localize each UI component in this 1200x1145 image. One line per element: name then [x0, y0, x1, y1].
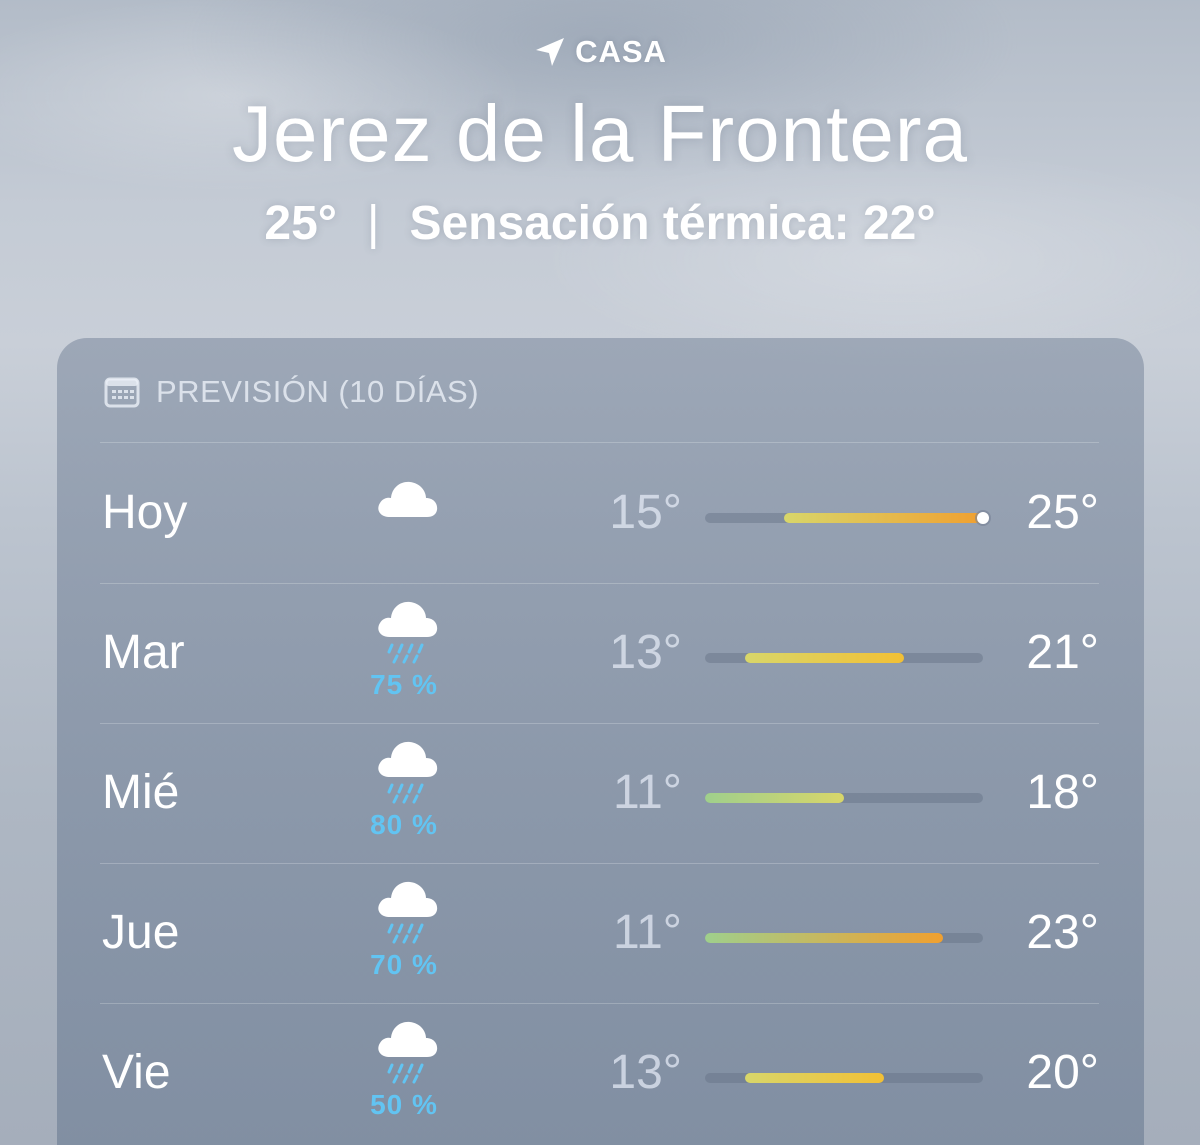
forecast-row[interactable]: Jue 70 % 11° 23° — [57, 863, 1144, 1003]
high-temp: 21° — [1026, 626, 1099, 679]
forecast-day: Hoy — [102, 486, 188, 539]
temp-range-fill — [744, 653, 904, 663]
forecast-row[interactable]: Mar 75 % 13° 21° — [57, 583, 1144, 723]
temp-range-fill — [705, 793, 844, 803]
low-temp: 11° — [612, 766, 682, 819]
feels-like: Sensación térmica: 22° — [409, 197, 936, 250]
low-temp: 15° — [609, 486, 682, 539]
forecast-day: Mié — [102, 766, 180, 819]
high-temp: 18° — [1026, 766, 1099, 819]
precip-chance: 80 % — [370, 809, 438, 840]
forecast-title: PREVISIÓN (10 DÍAS) — [156, 374, 480, 409]
temp-range-bar — [705, 793, 983, 803]
temp-range-bar — [705, 933, 983, 943]
high-temp: 20° — [1026, 1046, 1099, 1099]
forecast-row[interactable]: Vie 50 % 13° 20° — [57, 1003, 1144, 1143]
location-arrow-icon — [533, 35, 567, 69]
forecast-row[interactable]: Hoy 15° 25° — [57, 443, 1144, 583]
precip-chance: 70 % — [370, 949, 438, 980]
current-temp: 25° — [264, 197, 337, 250]
ten-day-forecast-card[interactable]: PREVISIÓN (10 DÍAS) Hoy 15° 25° Mar 75 % 13° 2… — [57, 338, 1144, 1145]
cloud-icon — [362, 473, 452, 563]
precip-chance: 75 % — [370, 669, 438, 700]
high-temp: 23° — [1026, 906, 1099, 959]
low-temp: 13° — [609, 626, 682, 679]
temp-range-fill — [744, 1073, 884, 1083]
temp-range-fill — [784, 513, 983, 523]
city-name: Jerez de la Frontera — [232, 89, 968, 178]
low-temp: 13° — [609, 1046, 682, 1099]
low-temp: 11° — [612, 906, 682, 959]
forecast-header: PREVISIÓN (10 DÍAS) — [104, 372, 479, 412]
temp-separator: | — [367, 197, 380, 250]
temp-range-bar — [705, 653, 983, 663]
temp-range-fill — [705, 933, 944, 943]
location-row: CASA — [0, 34, 1200, 70]
calendar-icon — [104, 376, 140, 408]
forecast-day: Vie — [102, 1046, 171, 1099]
temp-range-bar — [705, 1073, 983, 1083]
forecast-row[interactable]: Mié 80 % 11° 18° — [57, 723, 1144, 863]
location-header: CASA Jerez de la Frontera 25° | Sensació… — [0, 0, 1200, 300]
forecast-day: Jue — [102, 906, 180, 959]
temp-range-bar — [705, 512, 989, 524]
current-temp-dot — [977, 512, 989, 524]
forecast-day: Mar — [102, 626, 185, 679]
location-label: CASA — [575, 34, 667, 69]
precip-chance: 50 % — [370, 1089, 438, 1120]
current-conditions: 25° | Sensación térmica: 22° — [0, 196, 1200, 251]
high-temp: 25° — [1026, 486, 1099, 539]
